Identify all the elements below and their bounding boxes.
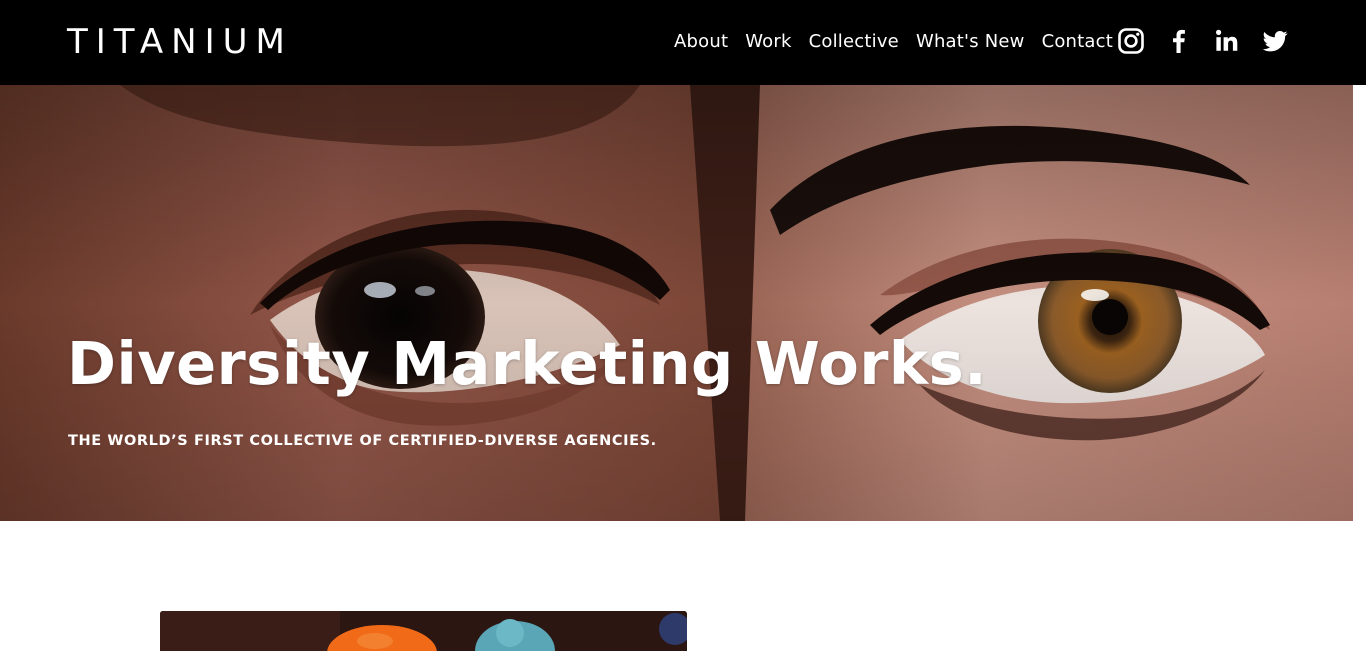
linkedin-icon[interactable] (1213, 27, 1241, 55)
instagram-icon[interactable] (1117, 27, 1145, 55)
hero-eyes-photo (0, 85, 1353, 521)
featured-work-image (160, 611, 687, 651)
nav-whats-new[interactable]: What's New (916, 30, 1025, 54)
main-nav: About Work Collective What's New Contact (674, 30, 1113, 54)
twitter-icon[interactable] (1261, 27, 1289, 55)
hero-subheadline: THE WORLD’S FIRST COLLECTIVE OF CERTIFIE… (68, 433, 657, 449)
nav-collective[interactable]: Collective (809, 30, 899, 54)
nav-about[interactable]: About (674, 30, 728, 54)
hero-headline: Diversity Marketing Works. (67, 329, 988, 398)
facebook-icon[interactable] (1165, 27, 1193, 55)
social-links (1117, 27, 1289, 55)
site-header: TITANIUM About Work Collective What's Ne… (0, 0, 1366, 85)
featured-work-thumbnail[interactable] (160, 611, 687, 651)
nav-contact[interactable]: Contact (1042, 30, 1113, 54)
page: TITANIUM About Work Collective What's Ne… (0, 0, 1366, 651)
titanium-logo[interactable]: TITANIUM (67, 23, 293, 61)
nav-work[interactable]: Work (745, 30, 791, 54)
hero-banner: Diversity Marketing Works. THE WORLD’S F… (0, 85, 1353, 521)
right-edge-strip (1353, 85, 1366, 651)
